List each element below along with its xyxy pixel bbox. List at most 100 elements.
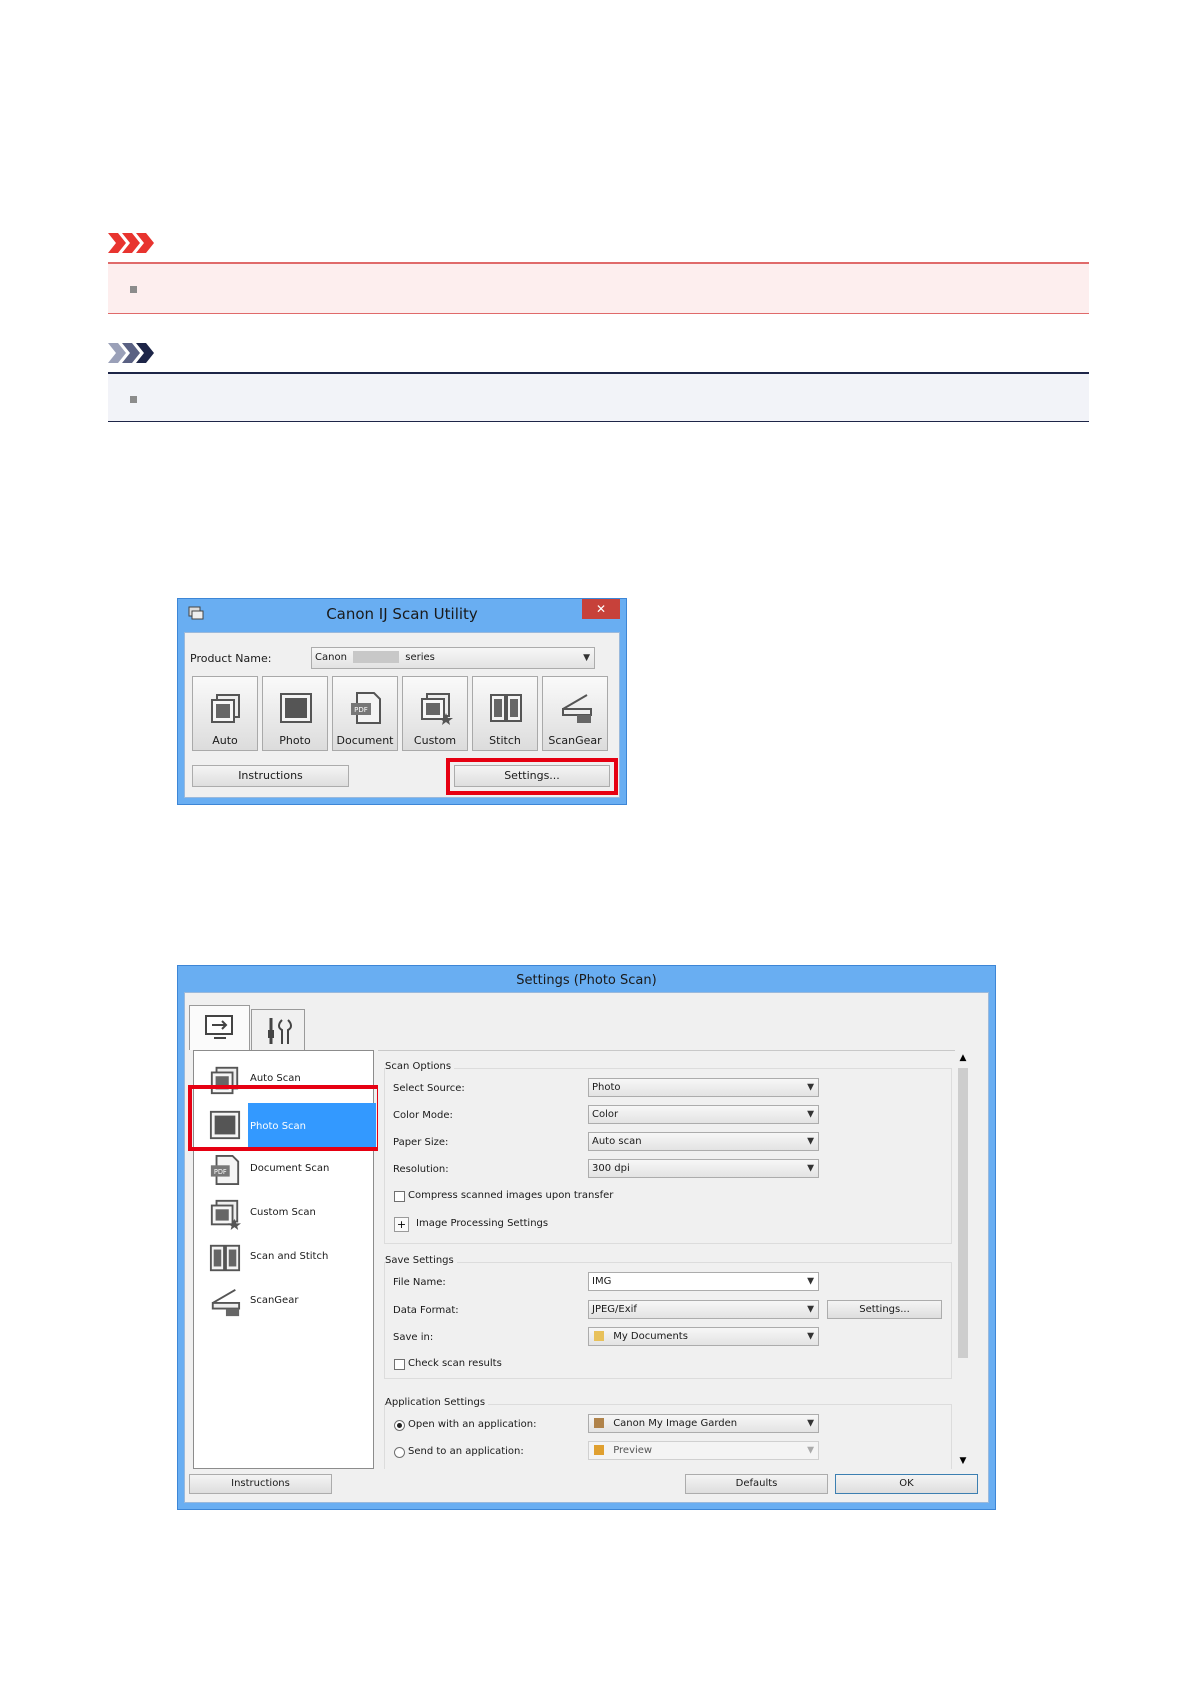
custom-scan-icon [421, 693, 453, 725]
document-scan-button[interactable]: PDF Document [332, 676, 398, 751]
auto-scan-button[interactable]: Auto [192, 676, 258, 751]
chevron-down-icon: ▼ [807, 1418, 814, 1428]
select-value: My Documents [613, 1331, 688, 1342]
send-to-application-select[interactable]: Preview ▼ [588, 1441, 819, 1460]
sidebar-item-label: Document Scan [250, 1163, 330, 1174]
important-notice-box [108, 262, 1089, 314]
scangear-button[interactable]: ScanGear [542, 676, 608, 751]
general-settings-icon [268, 1018, 292, 1044]
auto-scan-icon [211, 694, 240, 723]
important-arrows-icon [108, 233, 154, 253]
sidebar-item-label: Auto Scan [250, 1073, 301, 1084]
product-name-select[interactable]: Canon series ▼ [311, 647, 595, 669]
color-mode-label: Color Mode: [393, 1110, 453, 1121]
check-scan-results-label: Check scan results [408, 1358, 502, 1369]
chevron-down-icon: ▼ [807, 1276, 814, 1286]
window-title: Canon IJ Scan Utility [326, 605, 478, 623]
open-with-application-select[interactable]: Canon My Image Garden ▼ [588, 1414, 819, 1433]
photo-scan-highlight [188, 1085, 381, 1151]
instructions-button[interactable]: Instructions [192, 765, 349, 787]
sidebar-item-document-scan[interactable]: PDF Document Scan [205, 1150, 377, 1190]
note-notice-box [108, 372, 1089, 422]
svg-text:PDF: PDF [214, 1168, 227, 1176]
select-value: Preview [613, 1445, 653, 1456]
file-name-select[interactable]: IMG ▼ [588, 1272, 819, 1291]
document-scan-icon: PDF [210, 1154, 240, 1186]
folder-icon [594, 1331, 604, 1341]
check-scan-results-checkbox[interactable] [394, 1359, 405, 1370]
chevron-down-icon: ▼ [807, 1163, 814, 1173]
custom-scan-button[interactable]: Custom [402, 676, 468, 751]
chevron-down-icon: ▼ [807, 1109, 814, 1119]
save-in-select[interactable]: My Documents ▼ [588, 1327, 819, 1346]
data-format-settings-button[interactable]: Settings... [827, 1300, 942, 1319]
stitch-icon [209, 1244, 241, 1272]
settings-button-highlight [446, 758, 618, 795]
stitch-button[interactable]: Stitch [472, 676, 538, 751]
chevron-down-icon: ▼ [807, 1331, 814, 1341]
photo-scan-button[interactable]: Photo [262, 676, 328, 751]
select-value: JPEG/Exif [592, 1304, 637, 1315]
paper-size-select[interactable]: Auto scan ▼ [588, 1132, 819, 1151]
window-title: Settings (Photo Scan) [516, 973, 657, 988]
bullet-icon [130, 396, 137, 403]
chevron-down-icon: ▼ [807, 1445, 814, 1455]
save-in-label: Save in: [393, 1332, 434, 1343]
close-button[interactable]: ✕ [582, 599, 620, 619]
open-with-application-radio[interactable] [394, 1420, 405, 1431]
svg-text:PDF: PDF [354, 706, 368, 714]
scan-from-computer-icon [205, 1015, 233, 1039]
resolution-label: Resolution: [393, 1164, 449, 1175]
note-arrows-icon [108, 343, 154, 363]
application-icon [594, 1418, 604, 1428]
sidebar-item-scangear[interactable]: ScanGear [205, 1282, 377, 1322]
select-value: Photo [592, 1082, 621, 1093]
image-processing-expand-button[interactable]: + [394, 1217, 409, 1232]
scangear-icon [562, 694, 592, 723]
product-name-label: Product Name: [190, 652, 272, 665]
custom-scan-icon [210, 1199, 241, 1230]
product-prefix: Canon [315, 652, 347, 663]
scroll-down-icon[interactable]: ▼ [955, 1453, 971, 1469]
color-mode-select[interactable]: Color ▼ [588, 1105, 819, 1124]
tile-label: Photo [279, 734, 311, 747]
defaults-button[interactable]: Defaults [685, 1474, 828, 1494]
compress-label: Compress scanned images upon transfer [408, 1190, 614, 1201]
select-value: Auto scan [592, 1136, 642, 1147]
compress-checkbox[interactable] [394, 1191, 405, 1202]
paper-size-label: Paper Size: [393, 1137, 449, 1148]
chevron-down-icon: ▼ [807, 1136, 814, 1146]
save-settings-title: Save Settings [385, 1255, 457, 1266]
tile-label: ScanGear [548, 734, 602, 747]
chevron-down-icon: ▼ [583, 653, 590, 663]
sidebar-item-custom-scan[interactable]: Custom Scan [205, 1194, 377, 1234]
preview-icon [594, 1445, 604, 1455]
tile-label: Stitch [489, 734, 521, 747]
ok-button[interactable]: OK [835, 1474, 978, 1494]
instructions-button[interactable]: Instructions [189, 1474, 332, 1494]
tile-label: Auto [212, 734, 238, 747]
resolution-select[interactable]: 300 dpi ▼ [588, 1159, 819, 1178]
tab-scan-from-computer[interactable] [189, 1005, 250, 1050]
scroll-up-icon[interactable]: ▲ [955, 1050, 971, 1066]
send-to-application-radio[interactable] [394, 1447, 405, 1458]
redacted-model [353, 651, 400, 663]
select-source-select[interactable]: Photo ▼ [588, 1078, 819, 1097]
tab-general-settings[interactable] [251, 1009, 305, 1050]
document-scan-icon: PDF [351, 692, 381, 724]
open-with-application-label: Open with an application: [408, 1419, 537, 1430]
application-settings-title: Application Settings [385, 1397, 489, 1408]
chevron-down-icon: ▼ [807, 1304, 814, 1314]
scroll-thumb[interactable] [958, 1068, 968, 1358]
photo-scan-icon [280, 693, 312, 723]
settings-scrollbar[interactable]: ▲ ▼ [955, 1050, 971, 1469]
tile-label: Custom [413, 734, 457, 747]
scangear-icon [211, 1288, 241, 1317]
select-value: IMG [592, 1276, 612, 1287]
sidebar-item-label: ScanGear [250, 1295, 299, 1306]
data-format-select[interactable]: JPEG/Exif ▼ [588, 1300, 819, 1319]
sidebar-item-scan-and-stitch[interactable]: Scan and Stitch [205, 1238, 377, 1278]
select-value: Color [592, 1109, 619, 1120]
sidebar-item-label: Scan and Stitch [250, 1251, 329, 1262]
data-format-label: Data Format: [393, 1305, 459, 1316]
